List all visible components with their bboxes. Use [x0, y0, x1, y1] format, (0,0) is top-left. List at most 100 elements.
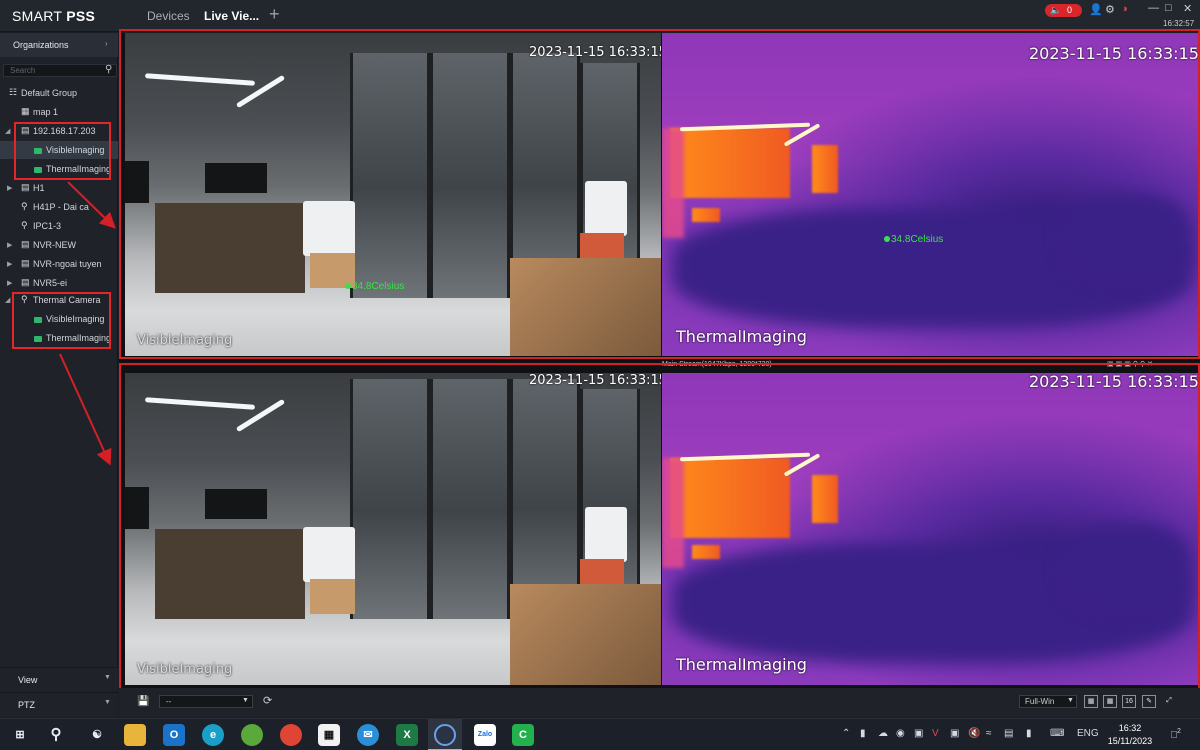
- custom-layout-icon[interactable]: ✎: [1142, 695, 1156, 708]
- task-view-icon[interactable]: ☯: [86, 724, 108, 746]
- network-icon[interactable]: ▤: [1004, 728, 1013, 739]
- wifi-icon[interactable]: ≈: [986, 728, 992, 739]
- tree-item-nvr-new[interactable]: ▶ ▤ NVR-NEW: [0, 236, 118, 254]
- zalo-icon[interactable]: Zalo: [474, 724, 496, 746]
- search-icon[interactable]: ⚲: [45, 724, 67, 746]
- app-tray-icon[interactable]: ▣: [914, 728, 923, 739]
- window-mode-select[interactable]: Full-Win ▼: [1019, 695, 1077, 708]
- smart-pss-window: SMART PSS Devices Live Vie... + 🔈 0 👤 ⚙ …: [0, 0, 1200, 750]
- excel-icon[interactable]: X: [396, 724, 418, 746]
- tree-item-ipc1-3[interactable]: ⚲ IPC1-3: [0, 217, 118, 235]
- brand-text: SMART: [12, 8, 67, 24]
- smartpss-icon[interactable]: [434, 724, 456, 746]
- layout-16-button[interactable]: 16: [1122, 695, 1136, 708]
- chrome-icon[interactable]: [280, 724, 302, 746]
- save-view-icon[interactable]: 💾: [137, 696, 149, 707]
- tab-live-view[interactable]: Live Vie...: [204, 9, 259, 23]
- organizations-header[interactable]: Organizations ›: [0, 33, 118, 57]
- green-app-icon[interactable]: C: [512, 724, 534, 746]
- maximize-icon[interactable]: □: [1165, 2, 1172, 14]
- edge-icon[interactable]: e: [202, 724, 224, 746]
- tree-item-default-group[interactable]: ☷ Default Group: [0, 84, 118, 102]
- user-icon[interactable]: 👤: [1089, 3, 1103, 16]
- chevron-up-icon[interactable]: ⌃: [842, 728, 850, 739]
- fullscreen-icon[interactable]: ⤢: [1162, 695, 1176, 708]
- live-view-control-bar: 💾 -- ▼ ⟳ Full-Win ▼ ▦ ▦ 16 ✎ ⤢: [119, 688, 1200, 717]
- nvr-icon: ▤: [21, 182, 30, 192]
- tree-item-h1[interactable]: ▶ ▤ H1: [0, 179, 118, 197]
- collapse-arrow-icon[interactable]: ▶: [7, 184, 12, 192]
- tree-item-label: H1: [33, 183, 45, 193]
- chevron-down-icon: ▼: [104, 674, 111, 681]
- annotation-box-nvr-channels: [14, 122, 111, 180]
- chevron-down-icon: ▼: [242, 697, 249, 704]
- start-icon[interactable]: ⊞: [9, 724, 31, 746]
- annotation-frame-bottom: [119, 363, 1200, 716]
- panel-ptz-label: PTZ: [18, 700, 35, 710]
- qr-icon[interactable]: ▦: [318, 724, 340, 746]
- device-sidebar: Organizations › Search ⚲ ☷ Default Group…: [0, 33, 118, 717]
- close-icon[interactable]: ✕: [1183, 2, 1192, 15]
- layout-2x2-icon[interactable]: ▦: [1084, 695, 1098, 708]
- organizations-label: Organizations: [13, 40, 69, 50]
- window-mode-value: Full-Win: [1025, 697, 1055, 706]
- minimize-icon[interactable]: —: [1148, 2, 1159, 14]
- collapse-arrow-icon[interactable]: ▶: [7, 241, 12, 249]
- title-bar: SMART PSS Devices Live Vie... + 🔈 0 👤 ⚙ …: [0, 0, 1200, 32]
- gear-icon[interactable]: ⚙: [1105, 3, 1115, 16]
- nvr-icon: ▤: [21, 239, 30, 249]
- plus-icon[interactable]: +: [269, 5, 280, 23]
- notification-count: 2: [1177, 728, 1181, 735]
- alarm-badge[interactable]: 🔈 0: [1045, 4, 1082, 17]
- tree-item-nvr-ngoai-tuyen[interactable]: ▶ ▤ NVR-ngoai tuyen: [0, 255, 118, 273]
- group-icon: ☷: [9, 87, 18, 97]
- battery-icon[interactable]: ▮: [1026, 728, 1032, 739]
- app-logo: SMART PSS: [12, 8, 95, 24]
- tree-item-map[interactable]: ▦ map 1: [0, 103, 118, 121]
- volume-muted-icon[interactable]: 🔇: [968, 728, 980, 739]
- file-explorer-icon[interactable]: [124, 724, 146, 746]
- notification-icon[interactable]: □2: [1171, 728, 1181, 740]
- view-select[interactable]: -- ▼: [159, 695, 253, 708]
- tree-item-nvr5-ei[interactable]: ▶ ▤ NVR5-ei: [0, 274, 118, 292]
- tree-item-label: NVR-NEW: [33, 240, 76, 250]
- outlook-icon[interactable]: O: [163, 724, 185, 746]
- language-indicator[interactable]: ENG: [1077, 728, 1099, 739]
- zalo-tray-icon[interactable]: ◉: [896, 728, 905, 739]
- ipc-icon: ⚲: [21, 201, 28, 211]
- usb-icon[interactable]: ▮: [860, 728, 866, 739]
- taskbar-clock[interactable]: 16:32 15/11/2023: [1105, 722, 1155, 748]
- gauge-icon[interactable]: ◑: [1121, 3, 1128, 15]
- tab-devices[interactable]: Devices: [147, 9, 190, 23]
- map-icon: ▦: [21, 106, 30, 116]
- mail-icon[interactable]: ✉: [357, 724, 379, 746]
- panel-view[interactable]: View ▼: [0, 667, 118, 691]
- live-view-grid: 2023-11-15 16:33:15 34.8Celsius VisibleI…: [119, 29, 1200, 717]
- alarm-count: 0: [1067, 5, 1073, 15]
- refresh-icon[interactable]: ⟳: [263, 694, 272, 707]
- layout-3x3-icon[interactable]: ▦: [1103, 695, 1117, 708]
- collapse-arrow-icon[interactable]: ▶: [7, 279, 12, 287]
- panel-ptz[interactable]: PTZ ▼: [0, 692, 118, 716]
- vpn-icon[interactable]: V: [932, 728, 939, 739]
- windows-taskbar: ⊞ ⚲ ☯ O e ▦ ✉ X Zalo C ⌃ ▮ ☁ ◉ ▣ V ▣ 🔇 ≈…: [0, 718, 1200, 750]
- chrome-ext-icon[interactable]: [241, 724, 263, 746]
- chevron-down-icon: ▼: [1067, 697, 1074, 704]
- collapse-arrow-icon[interactable]: ▶: [7, 260, 12, 268]
- search-placeholder: Search: [10, 66, 36, 75]
- nvr-icon: ▤: [21, 277, 30, 287]
- shield-icon[interactable]: ▣: [950, 728, 959, 739]
- tree-item-label: NVR-ngoai tuyen: [33, 259, 102, 269]
- tree-item-label: Default Group: [21, 88, 78, 98]
- tree-item-label: NVR5-ei: [33, 278, 68, 288]
- search-input[interactable]: Search ⚲: [3, 64, 117, 77]
- expand-arrow-icon[interactable]: ◢: [5, 296, 10, 304]
- keyboard-icon[interactable]: ⌨: [1050, 728, 1064, 739]
- expand-arrow-icon[interactable]: ◢: [5, 127, 10, 135]
- search-icon[interactable]: ⚲: [105, 64, 112, 75]
- ipc-icon: ⚲: [21, 220, 28, 230]
- tree-item-label: IPC1-3: [33, 221, 62, 231]
- tree-item-h41p[interactable]: ⚲ H41P - Dai ca: [0, 198, 118, 216]
- speaker-icon: 🔈: [1050, 5, 1062, 15]
- onedrive-icon[interactable]: ☁: [878, 728, 888, 739]
